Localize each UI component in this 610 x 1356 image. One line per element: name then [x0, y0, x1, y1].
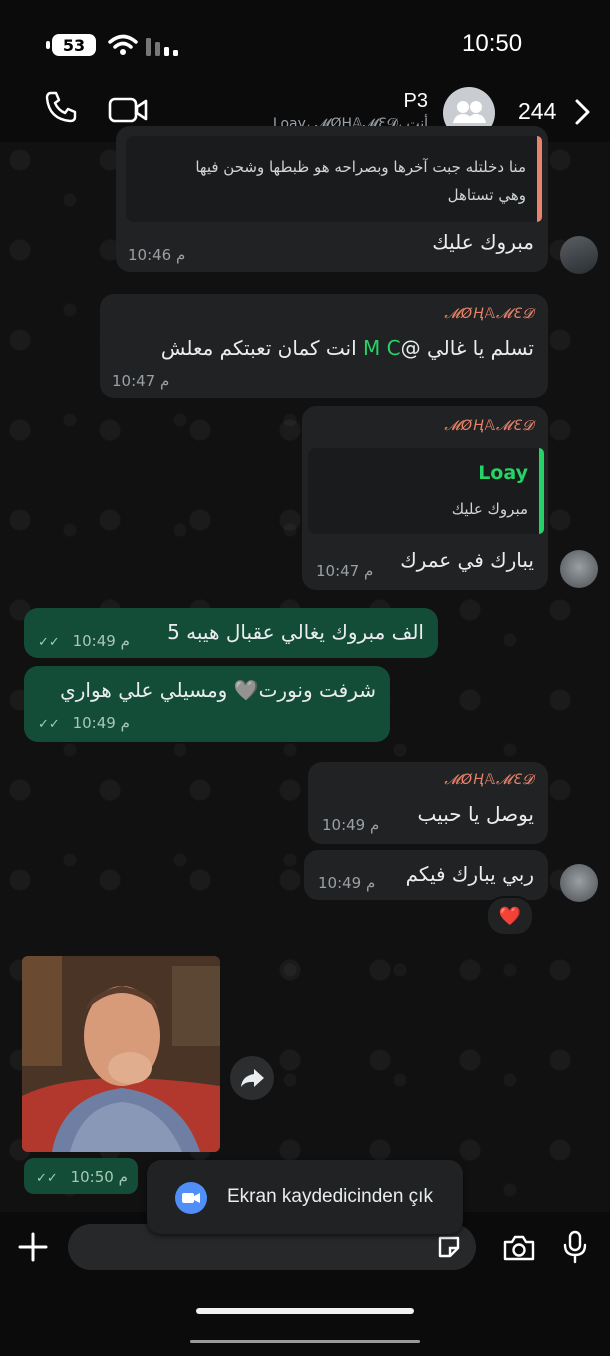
- read-ticks-icon: ✓✓: [38, 717, 64, 732]
- bottom-divider: [190, 1340, 420, 1343]
- read-ticks-icon: ✓✓: [38, 635, 64, 650]
- unread-count[interactable]: 244: [518, 98, 556, 125]
- sender-avatar[interactable]: [560, 236, 598, 274]
- image-message[interactable]: [22, 956, 220, 1152]
- message-bubble[interactable]: 𝓜ØⱧ𝔸𝓜Ɛ𝓓 Loay مبروك عليك يبارك في عمرك 10…: [302, 406, 548, 590]
- quote-accent: [539, 448, 544, 534]
- message-bubble[interactable]: شرفت ونورت🩶 ومسيلي علي هواري ✓✓ 10:49 م: [24, 666, 390, 742]
- message-text-part: انت كمان تعبتكم معلش: [160, 336, 364, 360]
- message-text: يوصل يا حبيب: [417, 802, 534, 826]
- camera-icon[interactable]: [502, 1234, 536, 1262]
- status-bar: 53 10:50: [0, 0, 610, 80]
- message-time: ✓✓ 10:49 م: [38, 714, 130, 732]
- quote-accent: [537, 136, 542, 222]
- message-bubble[interactable]: 𝓜ØⱧ𝔸𝓜Ɛ𝓓 يوصل يا حبيب 10:49 م: [308, 762, 548, 844]
- message-time: 10:47 م: [316, 562, 374, 580]
- message-bubble[interactable]: منا دخلتله جبت آخرها وبصراحه هو ظبطها وش…: [116, 126, 548, 272]
- wifi-icon: [108, 34, 138, 55]
- microphone-icon[interactable]: [562, 1230, 588, 1264]
- screen-recorder-icon: [175, 1182, 207, 1214]
- home-indicator[interactable]: [196, 1308, 414, 1314]
- message-text: مبروك عليك: [432, 230, 534, 254]
- video-icon[interactable]: [108, 96, 148, 124]
- message-bubble[interactable]: 𝓜ØⱧ𝔸𝓜Ɛ𝓓 تسلم يا غالي @M C انت كمان تعبتك…: [100, 294, 548, 398]
- message-time: 10:49 م: [322, 816, 380, 834]
- message-time: 10:49 م: [318, 874, 376, 892]
- sticker-icon[interactable]: [436, 1234, 462, 1260]
- message-text: ربي يبارك فيكم: [405, 862, 534, 886]
- reply-quote[interactable]: Loay مبروك عليك: [308, 448, 544, 534]
- quote-text: مبروك عليك: [451, 500, 528, 518]
- sender-name: 𝓜ØⱧ𝔸𝓜Ɛ𝓓: [444, 772, 534, 788]
- cellular-signal-icon: [146, 38, 178, 56]
- message-text: الف مبروك يغالي عقبال هيبه 5: [167, 620, 424, 644]
- reaction-badge[interactable]: ❤️: [486, 896, 534, 936]
- message-time-label: 10:50 م: [70, 1168, 128, 1186]
- message-bubble[interactable]: ربي يبارك فيكم 10:49 م: [304, 850, 548, 900]
- message-time: ✓✓ 10:50 م: [36, 1168, 128, 1186]
- sender-avatar[interactable]: [560, 864, 598, 902]
- quote-text-line: وهي تستاهل: [447, 186, 526, 204]
- quote-text-line: منا دخلتله جبت آخرها وبصراحه هو ظبطها وش…: [195, 158, 526, 176]
- message-text: يبارك في عمرك: [400, 548, 534, 572]
- chevron-right-icon[interactable]: [574, 98, 592, 126]
- sender-name: 𝓜ØⱧ𝔸𝓜Ɛ𝓓: [444, 306, 534, 322]
- plus-icon[interactable]: [18, 1232, 48, 1262]
- message-text: تسلم يا غالي @M C انت كمان تعبتكم معلش: [161, 336, 534, 360]
- message-bubble[interactable]: الف مبروك يغالي عقبال هيبه 5 ✓✓ 10:49 م: [24, 608, 438, 658]
- reply-quote[interactable]: منا دخلتله جبت آخرها وبصراحه هو ظبطها وش…: [126, 136, 542, 222]
- message-text: شرفت ونورت🩶 ومسيلي علي هواري: [60, 678, 376, 702]
- screen-recorder-toast[interactable]: Ekran kaydedicinden çık: [147, 1160, 463, 1234]
- forward-button[interactable]: [230, 1056, 274, 1100]
- quote-author: Loay: [478, 462, 528, 484]
- message-text-part: تسلم يا غالي @: [400, 336, 534, 360]
- photo-thumbnail: [22, 956, 220, 1152]
- message-time: 10:47 م: [112, 372, 170, 390]
- group-name[interactable]: P3: [404, 90, 428, 113]
- message-time: 10:46 م: [128, 246, 186, 264]
- phone-icon[interactable]: [44, 90, 78, 124]
- clock: 10:50: [462, 30, 523, 57]
- read-ticks-icon: ✓✓: [36, 1171, 62, 1186]
- sender-avatar[interactable]: [560, 550, 598, 588]
- mention-link[interactable]: M C: [363, 336, 401, 360]
- message-time-label: 10:49 م: [72, 632, 130, 650]
- sender-name: 𝓜ØⱧ𝔸𝓜Ɛ𝓓: [444, 418, 534, 434]
- toast-text: Ekran kaydedicinden çık: [227, 1186, 433, 1207]
- battery-indicator: 53: [46, 34, 96, 56]
- forward-icon: [241, 1069, 264, 1087]
- image-timestamp: ✓✓ 10:50 م: [24, 1158, 138, 1194]
- message-time: ✓✓ 10:49 م: [38, 632, 130, 650]
- message-time-label: 10:49 م: [72, 714, 130, 732]
